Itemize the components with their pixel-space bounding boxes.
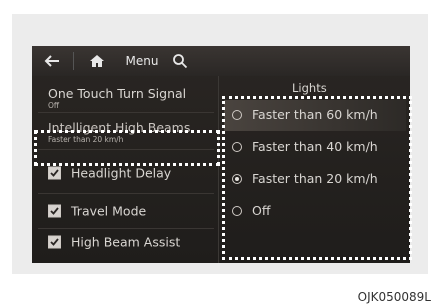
checkmark-icon (50, 238, 59, 246)
checkbox-label: Headlight Delay (71, 165, 172, 181)
highlight-box-menu (34, 130, 220, 166)
checkbox-checked[interactable] (48, 166, 61, 180)
top-bar: Menu (32, 46, 410, 76)
arrow-left-icon (44, 55, 59, 67)
menu-button[interactable]: Menu (120, 46, 164, 76)
checkmark-icon (50, 207, 59, 215)
home-button[interactable] (78, 46, 116, 76)
menu-item-subtitle: Off (48, 101, 60, 110)
figure-caption: OJK050089L (357, 290, 431, 304)
search-icon (173, 54, 188, 69)
menu-item-high-beam-assist[interactable]: High Beam Assist (48, 235, 180, 250)
highlight-box-options (222, 96, 412, 260)
panel-title: Lights (292, 81, 327, 95)
menu-item-one-touch-turn-signal[interactable]: One Touch Turn Signal Off (32, 76, 218, 112)
checkbox-checked[interactable] (48, 204, 61, 218)
checkbox-label: Travel Mode (71, 203, 147, 219)
home-icon (90, 55, 104, 67)
search-button[interactable] (166, 46, 194, 76)
checkmark-icon (50, 169, 59, 177)
panel-divider (218, 76, 219, 263)
back-button[interactable] (32, 46, 72, 76)
menu-item-headlight-delay[interactable]: Headlight Delay (48, 166, 171, 181)
checkbox-checked[interactable] (48, 235, 61, 249)
checkbox-label: High Beam Assist (71, 234, 181, 250)
settings-menu: One Touch Turn Signal Off Intelligent Hi… (32, 76, 218, 263)
menu-item-travel-mode[interactable]: Travel Mode (48, 204, 146, 219)
menu-item-title: One Touch Turn Signal (48, 86, 187, 101)
